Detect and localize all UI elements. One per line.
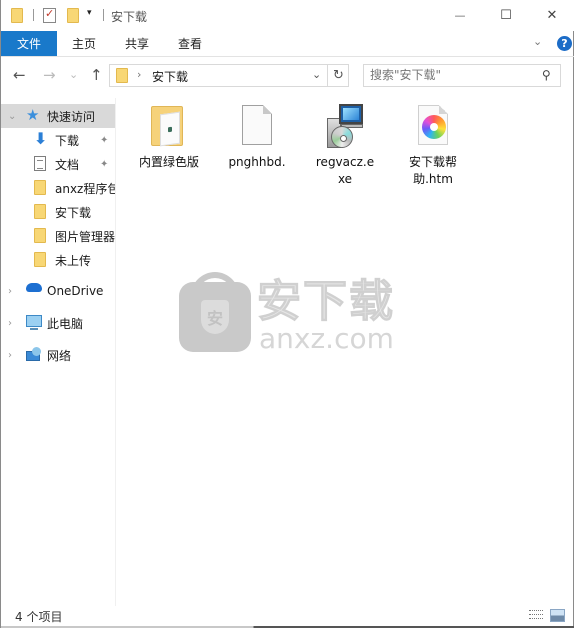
toolbar-separator (103, 9, 104, 21)
minimize-button[interactable]: — (437, 0, 483, 30)
tab-share[interactable]: 共享 (116, 31, 158, 56)
sidebar-item-not-uploaded[interactable]: 未上传 (1, 248, 115, 272)
window-title: 安下载 (111, 10, 148, 24)
refresh-button[interactable]: ↻ (327, 65, 349, 86)
file-list: 内置绿色版 pnghhbd. regvacz.exe 安下载帮助.htm (117, 98, 573, 606)
search-icon[interactable]: ⚲ (542, 68, 551, 82)
sidebar-item-label: 快速访问 (47, 109, 96, 124)
sidebar-item-downloads[interactable]: ⬇ 下载 ✦ (1, 128, 115, 152)
up-button[interactable]: ↑ (90, 66, 103, 84)
star-icon: ★ (26, 106, 40, 124)
file-explorer-window: ▾ 安下载 — ☐ ✕ 文件 主页 共享 查看 ⌄ ? ← → ⌄ ↑ › 安下… (0, 0, 574, 628)
tab-view[interactable]: 查看 (169, 31, 211, 56)
tab-file[interactable]: 文件 (1, 31, 57, 56)
title-bar: ▾ 安下载 — ☐ ✕ (1, 0, 574, 31)
this-pc-icon (26, 315, 42, 330)
sidebar-item-label: 未上传 (55, 253, 92, 268)
file-name: regvacz.exe (315, 155, 375, 186)
sidebar-item-label: OneDrive (47, 284, 104, 298)
properties-icon[interactable] (43, 7, 56, 23)
onedrive-icon (26, 283, 42, 292)
installer-icon (321, 102, 369, 152)
folder-icon (145, 102, 193, 152)
folder-icon (34, 252, 46, 267)
customize-toolbar-dropdown[interactable]: ▾ (87, 8, 92, 18)
pin-icon: ✦ (100, 134, 109, 146)
sidebar-item-anxz-package[interactable]: anxz程序包 (1, 176, 116, 200)
large-icons-view-button[interactable] (550, 609, 565, 622)
sidebar-item-label: anxz程序包 (55, 181, 116, 196)
sidebar-item-label: 图片管理器 (55, 229, 116, 244)
sidebar-item-this-pc[interactable]: › 此电脑 (1, 311, 115, 335)
file-item-folder[interactable]: 内置绿色版 (131, 102, 207, 171)
chevron-right-icon[interactable]: › (8, 318, 12, 329)
close-icon: ✕ (546, 7, 558, 23)
sidebar-item-anxiazai[interactable]: 安下载 (1, 200, 115, 224)
file-item-generic[interactable]: pnghhbd. (219, 102, 295, 171)
sidebar-item-quick-access[interactable]: ⌄ ★ 快速访问 (1, 104, 115, 128)
chevron-right-icon[interactable]: › (8, 286, 12, 297)
search-input[interactable] (370, 68, 530, 82)
address-bar[interactable]: › 安下载 ⌄ ↻ (109, 64, 349, 87)
sidebar-item-label: 文档 (55, 157, 80, 172)
file-name: pnghhbd. (228, 155, 286, 169)
file-item-installer[interactable]: regvacz.exe (307, 102, 383, 188)
html-file-icon (409, 102, 457, 152)
folder-icon (34, 180, 46, 195)
sidebar-item-label: 网络 (47, 348, 72, 363)
tab-home[interactable]: 主页 (63, 31, 105, 56)
navigation-bar: ← → ⌄ ↑ › 安下载 ⌄ ↻ ⚲ (1, 58, 574, 94)
back-button[interactable]: ← (13, 66, 26, 84)
folder-icon (116, 68, 128, 83)
file-name: 安下载帮助.htm (408, 155, 457, 186)
breadcrumb-current[interactable]: 安下载 (152, 68, 188, 85)
help-icon[interactable]: ? (557, 36, 572, 51)
blank-file-icon (233, 102, 281, 152)
sidebar-item-label: 此电脑 (47, 316, 84, 331)
navigation-pane: ⌄ ★ 快速访问 ⬇ 下载 ✦ 文档 ✦ anxz程序包 安下载 图片管理器 未… (1, 98, 116, 606)
new-folder-icon[interactable] (67, 8, 79, 23)
sidebar-item-network[interactable]: › 网络 (1, 343, 115, 367)
chevron-right-icon[interactable]: › (8, 350, 12, 361)
folder-icon (34, 204, 46, 219)
file-item-html[interactable]: 安下载帮助.htm (395, 102, 471, 188)
file-name: 内置绿色版 (138, 155, 199, 169)
expand-ribbon-icon[interactable]: ⌄ (533, 35, 542, 48)
download-icon: ⬇ (34, 129, 48, 148)
ribbon-tabs: 文件 主页 共享 查看 ⌄ ? (1, 31, 574, 57)
search-box[interactable]: ⚲ (363, 64, 561, 87)
sidebar-item-image-manager[interactable]: 图片管理器 (1, 224, 116, 248)
document-icon (34, 156, 46, 171)
minimize-icon: — (454, 8, 466, 22)
folder-icon (34, 228, 46, 243)
address-dropdown-icon[interactable]: ⌄ (312, 68, 321, 81)
folder-icon (11, 8, 23, 23)
item-count: 4 个项目 (15, 610, 63, 624)
toolbar-separator (33, 9, 34, 21)
maximize-button[interactable]: ☐ (483, 0, 529, 30)
maximize-icon: ☐ (500, 7, 512, 23)
sidebar-item-label: 下载 (55, 133, 80, 148)
sidebar-item-documents[interactable]: 文档 ✦ (1, 152, 115, 176)
close-button[interactable]: ✕ (529, 0, 574, 30)
recent-locations-button[interactable]: ⌄ (69, 68, 78, 81)
network-icon (26, 347, 42, 361)
sidebar-item-label: 安下载 (55, 205, 92, 220)
forward-button[interactable]: → (43, 66, 56, 84)
chevron-down-icon[interactable]: ⌄ (8, 111, 16, 122)
status-bar: 4 个项目 (1, 606, 574, 628)
breadcrumb-separator[interactable]: › (137, 68, 141, 81)
sidebar-item-onedrive[interactable]: › OneDrive (1, 279, 115, 303)
pin-icon: ✦ (100, 158, 109, 170)
details-view-button[interactable] (529, 610, 543, 622)
